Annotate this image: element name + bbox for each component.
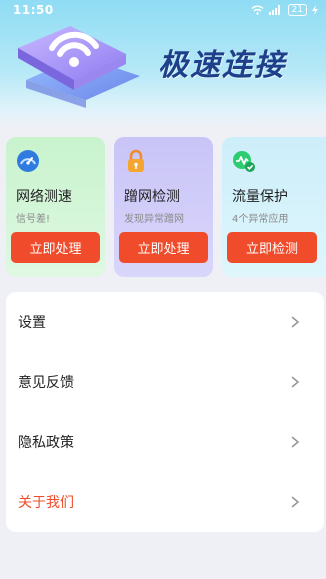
menu-item-privacy[interactable]: 隐私政策 <box>6 412 324 472</box>
handle-now-button[interactable]: 立即处理 <box>11 232 100 263</box>
chevron-right-icon <box>291 376 300 388</box>
card-subtitle: 发现异常蹭网 <box>124 214 184 225</box>
wifi-leech-detect-card[interactable]: 蹭网检测 发现异常蹭网 立即处理 <box>114 137 213 277</box>
wifi-status-icon <box>251 5 264 15</box>
menu-item-label: 隐私政策 <box>18 435 74 451</box>
signal-icon <box>268 5 280 15</box>
status-icons: 21 <box>251 4 318 16</box>
chevron-right-icon <box>291 436 300 448</box>
settings-menu: 设置 意见反馈 隐私政策 关于我们 <box>6 292 324 532</box>
menu-item-feedback[interactable]: 意见反馈 <box>6 352 324 412</box>
menu-item-label: 设置 <box>18 315 46 331</box>
menu-item-settings[interactable]: 设置 <box>6 292 324 352</box>
card-title: 网络测速 <box>16 189 72 205</box>
chevron-right-icon <box>291 496 300 508</box>
check-now-button[interactable]: 立即检测 <box>227 232 317 263</box>
lock-icon <box>128 149 144 172</box>
menu-item-label: 意见反馈 <box>18 375 74 391</box>
traffic-protect-card[interactable]: 流量保护 4个异常应用 立即检测 <box>222 137 326 277</box>
chevron-right-icon <box>291 316 300 328</box>
card-subtitle: 4个异常应用 <box>232 214 289 225</box>
charging-icon <box>312 5 318 15</box>
header-banner: 11:50 21 极速连接 <box>0 0 326 128</box>
traffic-shield-icon <box>233 151 255 172</box>
wifi-hero-icon <box>18 26 140 108</box>
speedometer-icon <box>17 150 39 172</box>
speed-test-card[interactable]: 网络测速 信号差! 立即处理 <box>6 137 105 277</box>
menu-item-about[interactable]: 关于我们 <box>6 472 324 532</box>
status-time: 11:50 <box>13 3 54 17</box>
hero-title: 极速连接 <box>158 48 286 83</box>
battery-indicator: 21 <box>287 4 307 16</box>
card-title: 蹭网检测 <box>124 189 180 205</box>
handle-now-button[interactable]: 立即处理 <box>119 232 208 263</box>
menu-item-label: 关于我们 <box>18 495 74 511</box>
card-title: 流量保护 <box>232 189 288 205</box>
card-subtitle: 信号差! <box>16 214 51 225</box>
